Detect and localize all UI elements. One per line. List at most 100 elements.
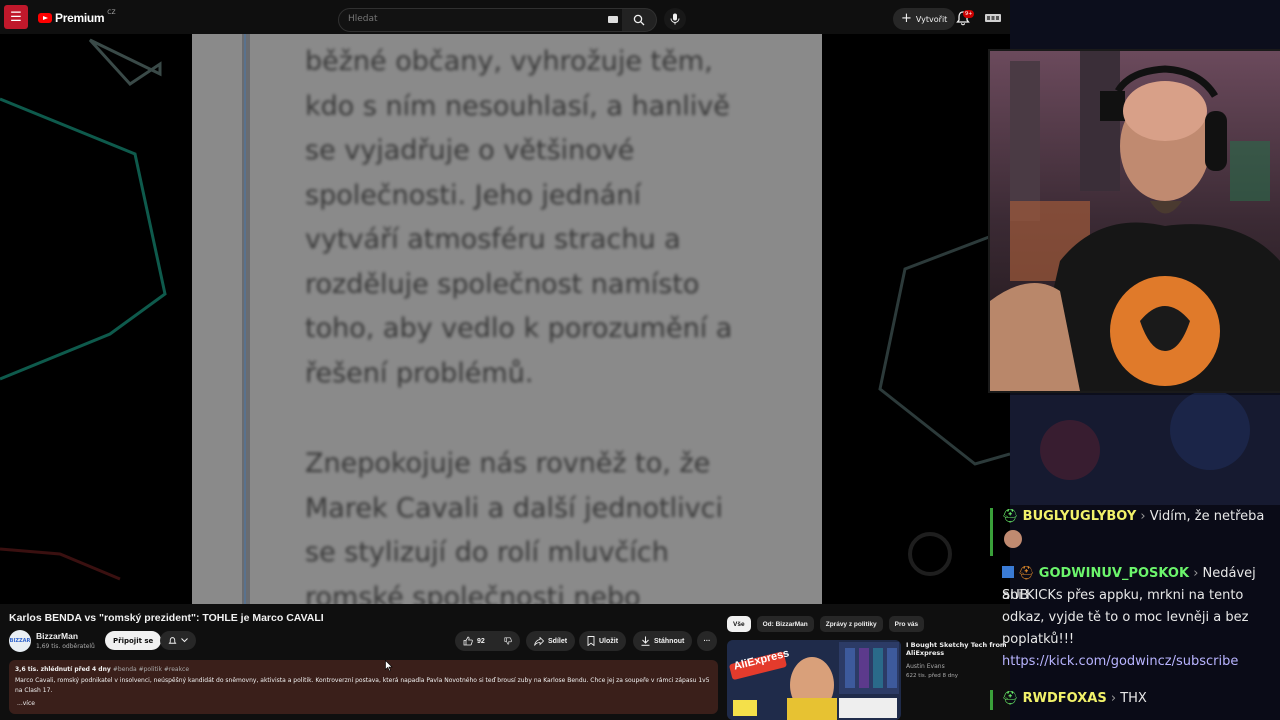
- doc-line: rozděluje společnost namísto: [305, 268, 700, 300]
- recommendation-chips: Vše Od: BizzarMan Zprávy z politiky Pro …: [727, 616, 925, 632]
- hashtags[interactable]: #benda #politik #reakce: [113, 666, 189, 673]
- video-title: Karlos BENDA vs "romský prezident": TOHL…: [9, 612, 324, 624]
- bookmark-icon: [587, 636, 595, 646]
- bell-icon: [168, 636, 177, 644]
- channel-avatar-text: BIZZAR: [9, 638, 31, 644]
- user-icon: ⛑: [1018, 566, 1035, 581]
- like-count: 92: [477, 637, 485, 645]
- views-and-date: 3,6 tis. zhlédnutí před 4 dny: [15, 666, 111, 673]
- dislike-button[interactable]: [496, 631, 520, 651]
- chip-for-you[interactable]: Pro vás: [888, 616, 925, 632]
- chat-message: ⛑ GODWINUV_POSKOK › Nedávej SUB ani KICK…: [990, 563, 1280, 678]
- search-input[interactable]: [348, 14, 588, 24]
- chat-link[interactable]: https://kick.com/godwincz/subscribe: [1002, 651, 1238, 673]
- download-icon: [641, 636, 650, 646]
- download-button[interactable]: Stáhnout: [633, 631, 693, 651]
- more-icon: ···: [703, 637, 711, 645]
- channel-avatar[interactable]: BIZZAR: [9, 630, 31, 652]
- chat-text: Vidím, že netřeba: [1149, 509, 1265, 524]
- chat-message-bar: [990, 690, 993, 710]
- chip-from-channel[interactable]: Od: BizzarMan: [756, 616, 814, 632]
- chat-text: odkaz, vyjde tě to o moc levněji a bez: [1002, 610, 1249, 625]
- share-button[interactable]: Sdílet: [526, 631, 576, 651]
- youtube-window: ☰ Premium CZ + Vytvořit 9+: [0, 0, 1010, 720]
- thumbs-up-icon: [463, 636, 473, 646]
- chat-separator: ›: [1110, 691, 1117, 706]
- user-icon: ⛑: [1002, 691, 1019, 706]
- share-icon: [534, 636, 544, 646]
- description-header: 3,6 tis. zhlédnutí před 4 dny #benda #po…: [15, 666, 189, 673]
- youtube-logo[interactable]: Premium CZ: [38, 8, 116, 25]
- doc-line: vytváří atmosféru strachu a: [305, 224, 681, 255]
- search-icon: [633, 14, 645, 26]
- video-player[interactable]: běžné občany, vyhrožuje těm, kdo s ním n…: [0, 34, 1010, 604]
- notification-badge: 9+: [963, 10, 975, 18]
- subscriber-badge-icon: [1002, 566, 1014, 578]
- chip-politics-news[interactable]: Zprávy z politiky: [819, 616, 883, 632]
- search-button[interactable]: [622, 8, 657, 32]
- chevron-down-icon: [181, 638, 188, 643]
- recommended-thumbnail[interactable]: AliExpress: [727, 640, 901, 720]
- doc-line: toho, aby vedlo k porozumění a: [305, 313, 733, 344]
- plus-icon: +: [901, 11, 912, 26]
- chat-text: THX: [1120, 691, 1147, 706]
- description-text: Marco Cavali, romský podnikatel v insolv…: [15, 677, 710, 694]
- join-button[interactable]: Připojit se: [105, 631, 162, 650]
- doc-line: řešení problémů.: [305, 357, 534, 389]
- search-box[interactable]: [338, 8, 624, 32]
- description-box[interactable]: 3,6 tis. zhlédnutí před 4 dny #benda #po…: [9, 660, 718, 714]
- doc-line: Znepokojuje nás rovněž to, že: [305, 448, 711, 479]
- doc-line: běžné občany, vyhrožuje těm,: [305, 46, 713, 77]
- create-button[interactable]: + Vytvořit: [893, 8, 956, 30]
- mouse-cursor-icon: [385, 660, 393, 672]
- doc-line: Marek Cavali a další jednotlivci: [305, 492, 723, 524]
- chat-text: poplatků!!!: [1002, 632, 1075, 647]
- chat-separator: ›: [1193, 566, 1199, 581]
- show-more-link[interactable]: ...více: [17, 700, 35, 707]
- thumbnail-art: [727, 640, 901, 720]
- save-button[interactable]: Uložit: [579, 631, 627, 651]
- doc-line: romské společnosti nebo: [305, 581, 641, 605]
- document-page: běžné občany, vyhrožuje těm, kdo s ním n…: [192, 34, 822, 604]
- recommended-channel[interactable]: Austin Evans: [906, 663, 945, 670]
- voice-search-button[interactable]: [664, 8, 686, 30]
- user-icon: ⛑: [1002, 509, 1019, 524]
- country-code: CZ: [107, 8, 116, 16]
- webcam-feed: [988, 49, 1280, 393]
- doc-line: společnosti. Jeho jednání: [305, 179, 641, 211]
- recommended-stats: 622 tis. před 8 dny: [906, 673, 959, 679]
- chip-all[interactable]: Vše: [727, 616, 751, 632]
- chat-nick[interactable]: RWDFOXAS: [1023, 691, 1107, 706]
- chat-panel: ⛑ BUGLYUGLYBOY › Vidím, že netřeba ⛑ GOD…: [990, 500, 1280, 720]
- more-actions-button[interactable]: ···: [697, 631, 717, 651]
- doc-line: se vyjadřuje o většinové: [305, 135, 635, 166]
- save-label: Uložit: [599, 637, 619, 645]
- microphone-icon: [670, 13, 680, 25]
- document-margin-line: [244, 34, 246, 604]
- document-text: běžné občany, vyhrožuje těm, kdo s ním n…: [305, 40, 765, 604]
- chat-text: ani KICKs přes appku, mrkni na tento: [1002, 588, 1244, 603]
- chat-message: ⛑ BUGLYUGLYBOY › Vidím, že netřeba: [990, 506, 1280, 558]
- download-label: Stáhnout: [654, 637, 685, 645]
- youtube-play-icon: [38, 13, 52, 23]
- chat-message-bar: [990, 508, 993, 556]
- account-avatar-icon[interactable]: [984, 11, 1002, 25]
- channel-name[interactable]: BizzarMan: [36, 631, 78, 641]
- doc-line: se stylizují do rolí mluvčích: [305, 537, 669, 568]
- chat-message: ⛑ RWDFOXAS › THX: [990, 688, 1280, 712]
- webcam-image: [990, 51, 1280, 391]
- thumbs-down-icon: [504, 637, 512, 645]
- notification-settings-button[interactable]: [160, 631, 196, 650]
- chat-nick[interactable]: GODWINUV_POSKOK: [1039, 566, 1189, 581]
- logo-text: Premium: [55, 11, 105, 25]
- youtube-topbar: ☰ Premium CZ + Vytvořit 9+: [0, 0, 1010, 36]
- keyboard-icon[interactable]: [608, 16, 618, 23]
- create-label: Vytvořit: [915, 14, 948, 24]
- chat-separator: ›: [1140, 509, 1146, 524]
- like-button[interactable]: 92: [455, 631, 499, 651]
- menu-icon[interactable]: ☰: [4, 5, 28, 29]
- subscriber-count: 1,69 tis. odběratelů: [36, 643, 95, 650]
- chat-nick[interactable]: BUGLYUGLYBOY: [1023, 509, 1137, 524]
- emote-icon: [1004, 530, 1022, 548]
- share-label: Sdílet: [548, 637, 568, 645]
